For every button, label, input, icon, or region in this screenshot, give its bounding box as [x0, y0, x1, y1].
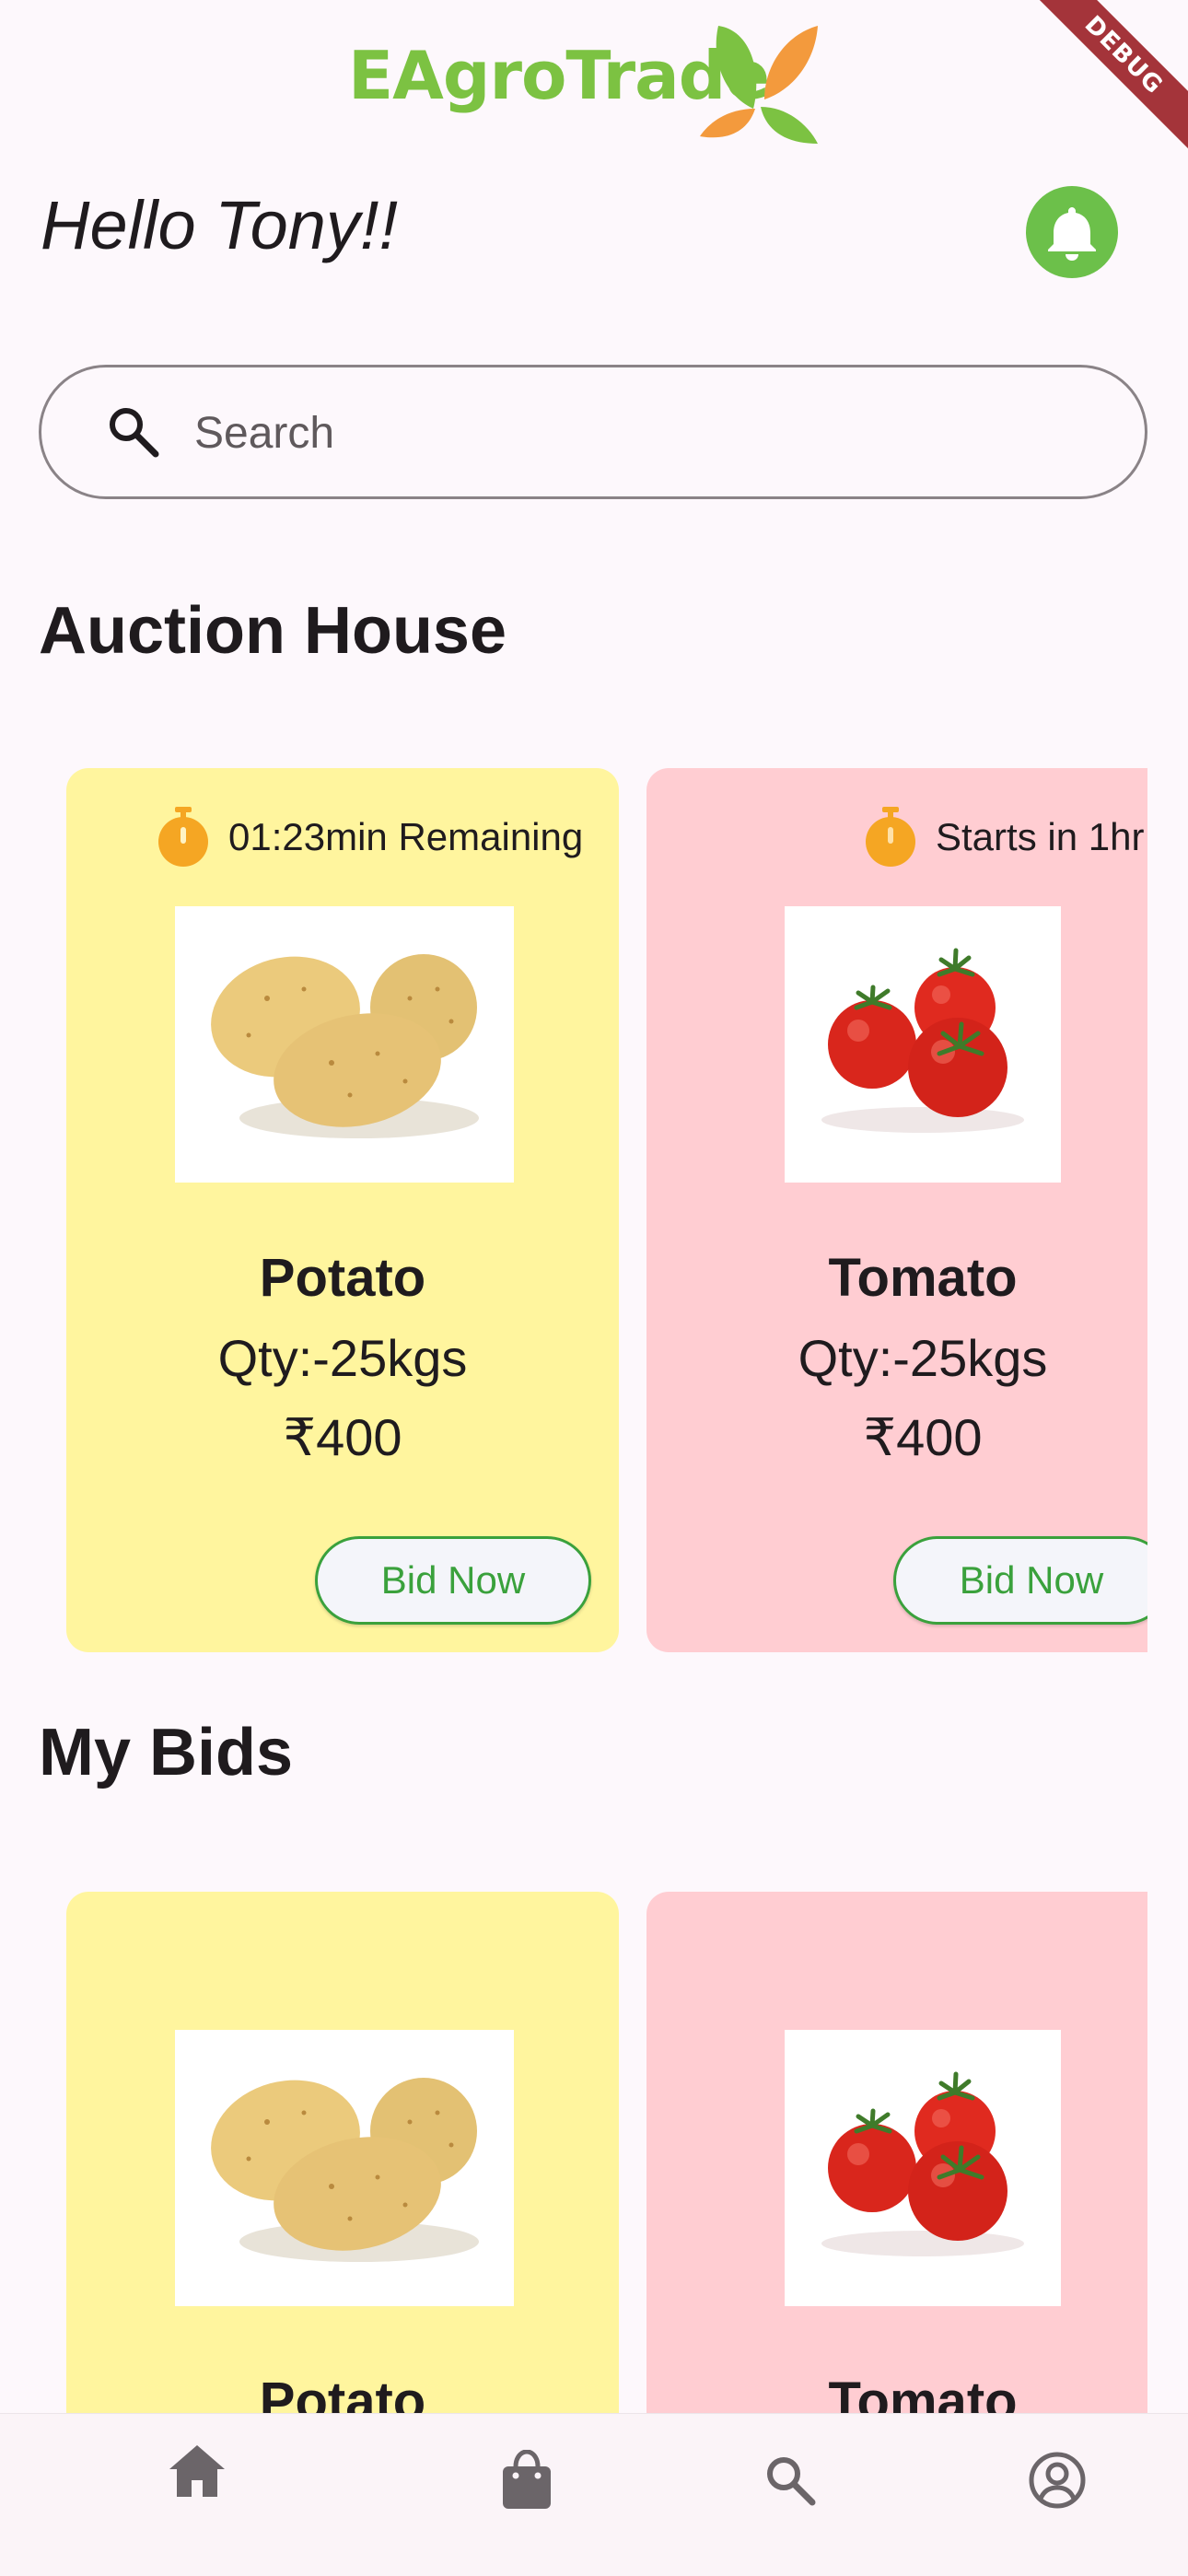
- product-qty: Qty:-25kgs: [798, 1329, 1048, 1387]
- timer-text: Starts in 1hr: [936, 815, 1145, 858]
- bid-card-tomato[interactable]: Tomato: [646, 1892, 1147, 2413]
- leaf-logo-icon: [700, 26, 818, 144]
- bid-now-button[interactable]: Bid Now: [893, 1536, 1147, 1625]
- potato-image: [175, 2030, 514, 2306]
- nav-home[interactable]: [160, 2434, 234, 2508]
- product-qty: Qty:-25kgs: [217, 1329, 468, 1387]
- bottom-nav: [0, 2413, 1188, 2576]
- bell-icon: [1048, 207, 1096, 261]
- home-icon: [169, 2445, 225, 2497]
- product-name: Tomato: [828, 1248, 1018, 1308]
- product-name: Potato: [259, 2372, 426, 2413]
- app-logo: EAgroTrade: [0, 0, 1188, 157]
- account-circle-icon: [1029, 2452, 1086, 2509]
- product-name: Tomato: [828, 2372, 1018, 2413]
- search-icon: [110, 408, 159, 458]
- product-price: ₹400: [863, 1408, 983, 1466]
- nav-orders[interactable]: [490, 2443, 564, 2517]
- auction-carousel[interactable]: 01:23min Remaining Potato Qty:-25kgs ₹40…: [39, 768, 1147, 1652]
- my-bids-title: My Bids: [39, 1716, 294, 1789]
- nav-profile[interactable]: [1020, 2443, 1094, 2517]
- tomato-image: [785, 906, 1061, 1183]
- search-icon: [767, 2457, 816, 2506]
- auction-card-potato[interactable]: 01:23min Remaining Potato Qty:-25kgs ₹40…: [66, 768, 619, 1652]
- shopping-bag-icon: [503, 2450, 551, 2509]
- stopwatch-icon: [866, 807, 915, 867]
- search-input[interactable]: [192, 395, 1071, 471]
- stopwatch-icon: [158, 807, 208, 867]
- bid-now-button[interactable]: Bid Now: [315, 1536, 591, 1625]
- timer-text: 01:23min Remaining: [228, 815, 584, 858]
- nav-search[interactable]: [753, 2443, 827, 2517]
- auction-house-title: Auction House: [39, 594, 507, 668]
- auction-timer: 01:23min Remaining: [157, 805, 583, 869]
- my-bids-carousel[interactable]: Potato Tomato: [39, 1892, 1147, 2413]
- notifications-button[interactable]: [1026, 186, 1118, 278]
- tomato-image: [785, 2030, 1061, 2306]
- greeting-text: Hello Tony!!: [41, 187, 399, 263]
- bid-card-potato[interactable]: Potato: [66, 1892, 619, 2413]
- product-price: ₹400: [283, 1408, 402, 1466]
- auction-card-tomato[interactable]: Starts in 1hr Tomato Qty:-25kgs ₹400 Bid…: [646, 768, 1147, 1652]
- potato-image: [175, 906, 514, 1183]
- auction-timer: Starts in 1hr: [864, 805, 1144, 869]
- search-bar[interactable]: [39, 365, 1147, 499]
- product-name: Potato: [259, 1248, 426, 1308]
